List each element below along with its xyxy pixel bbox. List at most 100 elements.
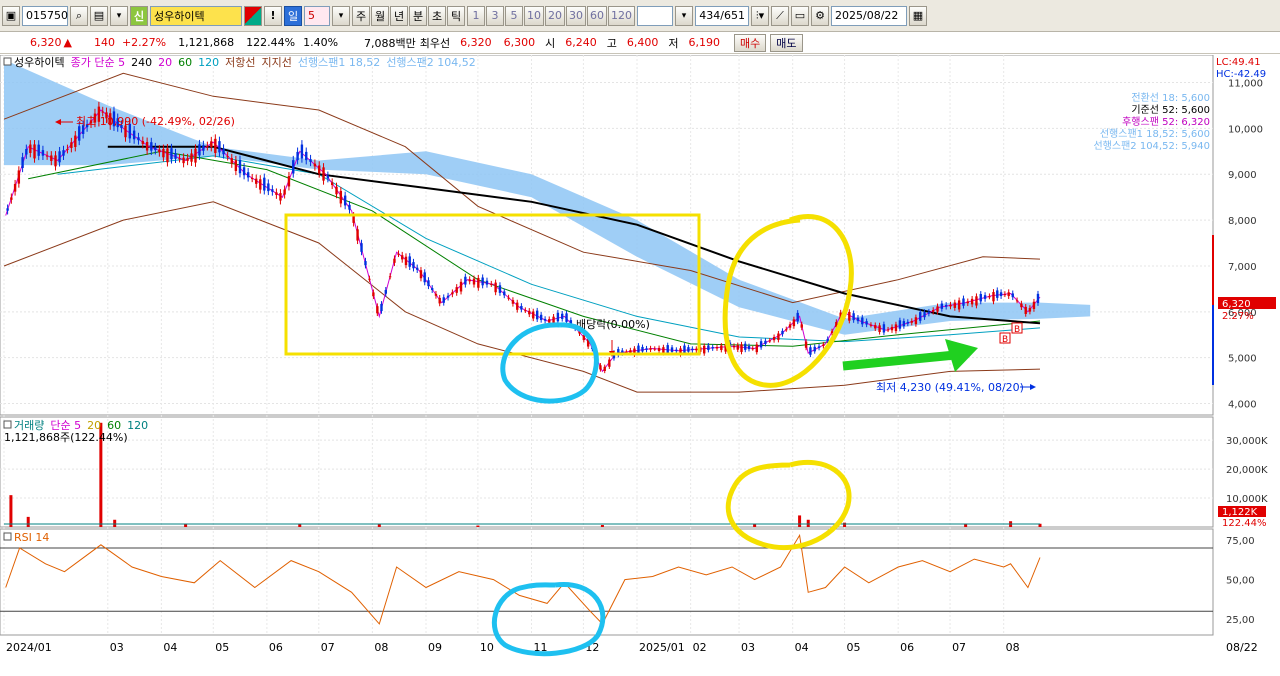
chart-area[interactable]: 4,000 5,000 6,000 7,000 8,000 9,000 10,000 11,0… <box>0 54 1280 673</box>
candle-body <box>874 325 877 329</box>
dropdown-icon[interactable]: ▾ <box>110 5 128 26</box>
candle-body <box>472 278 476 285</box>
date-input[interactable]: 2025/08/22 <box>831 5 907 26</box>
candle-body <box>1003 294 1007 296</box>
high-note: 최고 10,990 (-42.49%, 02/26) <box>76 115 235 128</box>
stock-chart-svg[interactable]: 4,0005,0006,0007,0008,0009,00010,00011,0… <box>0 54 1280 673</box>
search-icon[interactable]: ⌕ <box>70 5 88 26</box>
candle-body <box>645 348 648 350</box>
minutes-7[interactable]: 120 <box>608 5 635 26</box>
candle-body <box>50 155 53 161</box>
candle-body <box>503 291 506 296</box>
candle-body <box>975 296 978 306</box>
sell-button[interactable]: 매도 <box>770 33 803 52</box>
minutes-0[interactable]: 1 <box>467 5 485 26</box>
x-tick-label: 06 <box>900 641 914 654</box>
candle-body <box>339 190 343 204</box>
periods-4[interactable]: 초 <box>428 5 446 26</box>
buy-marker-label: B <box>1002 335 1008 345</box>
candle-body <box>1024 306 1027 314</box>
minutes-5[interactable]: 30 <box>566 5 586 26</box>
stock-color-flag-icon <box>244 5 262 26</box>
period-count-input[interactable]: 5 <box>304 5 330 26</box>
volume-bar <box>113 519 117 527</box>
periods-3[interactable]: 분 <box>409 5 427 26</box>
lock-icon[interactable]: ▤ <box>90 5 108 26</box>
candle-body <box>423 272 426 283</box>
minutes-1[interactable]: 3 <box>486 5 504 26</box>
candle-body <box>162 148 165 158</box>
candle-body <box>41 150 45 156</box>
alert-button[interactable]: ! <box>264 5 282 26</box>
candle-body <box>715 346 719 349</box>
volume-bar <box>377 524 381 527</box>
period-day-button[interactable]: 일 <box>284 5 302 26</box>
candle-body <box>372 292 375 297</box>
minutes-6[interactable]: 60 <box>587 5 607 26</box>
x-tick-label: 03 <box>741 641 755 654</box>
candle-body <box>861 317 864 325</box>
candle-body <box>1032 301 1036 309</box>
candle-body <box>641 346 644 352</box>
candle-body <box>246 172 250 178</box>
candle-body <box>326 175 330 179</box>
candle-body <box>170 148 173 160</box>
minute-buttons: 1 3 5 10 20 30 60 120 <box>467 5 635 26</box>
minutes-2[interactable]: 5 <box>505 5 523 26</box>
save-icon[interactable]: ▭ <box>791 5 809 26</box>
candle-body <box>132 130 136 140</box>
legend-swatch <box>3 420 12 429</box>
candle-body <box>966 301 969 304</box>
volume-tick-label: 30,000K <box>1226 436 1268 447</box>
minutes-4[interactable]: 20 <box>545 5 565 26</box>
candle-body <box>218 141 221 153</box>
custom-period-input[interactable] <box>637 5 673 26</box>
candle-body <box>772 336 776 341</box>
candle-body <box>174 153 177 159</box>
high-annotation: 최고 10,990 (-42.49%, 02/26) <box>55 115 235 128</box>
custom-period-dropdown-icon[interactable]: ▾ <box>675 5 693 26</box>
gear-icon[interactable]: ⚙ <box>811 5 829 26</box>
calendar-icon[interactable]: ▦ <box>909 5 927 26</box>
candle-body <box>914 317 918 325</box>
candle-body <box>1011 293 1014 298</box>
candle-body <box>711 346 714 349</box>
candle-body <box>919 312 922 321</box>
candle-body <box>54 155 57 167</box>
x-tick-label: 07 <box>321 641 335 654</box>
candle-body <box>764 340 767 344</box>
candle-type-icon[interactable]: ⫶▾ <box>751 5 769 26</box>
candle-body <box>17 170 21 184</box>
periods-5[interactable]: 틱 <box>447 5 465 26</box>
buy-button[interactable]: 매수 <box>734 33 767 52</box>
low-label: 저 <box>668 36 679 50</box>
candle-body <box>516 302 519 310</box>
candle-body <box>78 126 81 141</box>
stock-code-input[interactable]: 015750 <box>22 5 68 26</box>
low-note: 최저 4,230 (49.41%, 08/20) <box>876 381 1024 394</box>
candle-body <box>267 183 270 192</box>
minutes-3[interactable]: 10 <box>524 5 544 26</box>
candle-body <box>141 141 144 144</box>
candle-body <box>335 186 338 195</box>
periods-0[interactable]: 주 <box>352 5 370 26</box>
candle-body <box>250 178 254 180</box>
candle-body <box>296 151 299 161</box>
periods-1[interactable]: 월 <box>371 5 389 26</box>
candle-body <box>255 178 258 184</box>
candle-body <box>720 345 723 351</box>
stock-name-field[interactable]: 성우하이텍 <box>150 5 242 26</box>
period-count-dropdown-icon[interactable]: ▾ <box>332 5 350 26</box>
x-tick-label: 2024/01 <box>6 641 52 654</box>
candle-body <box>759 341 763 348</box>
candle-body <box>649 348 652 350</box>
periods-2[interactable]: 년 <box>390 5 408 26</box>
draw-tool-icon[interactable]: ⟋ <box>771 5 789 26</box>
volume-legend: 거래량 단순 5 20 60 120 1,121,868주(122.44%) <box>3 419 148 444</box>
candle-body <box>792 319 796 327</box>
chart-menu-icon[interactable]: ▣ <box>2 5 20 26</box>
candle-body <box>202 145 205 151</box>
candle-body <box>434 293 438 296</box>
candle-body <box>343 195 347 206</box>
candle-body <box>275 192 278 195</box>
